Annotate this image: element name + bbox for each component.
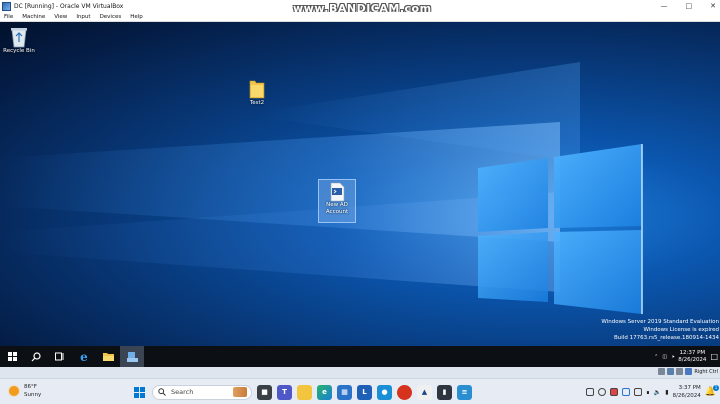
- windows-start-icon: [134, 386, 145, 398]
- recycle-bin-label: Recycle Bin: [3, 48, 35, 54]
- menu-devices[interactable]: Devices: [100, 14, 122, 20]
- new-ad-account-script[interactable]: New AD Account: [318, 179, 356, 223]
- search-highlight-icon: [233, 387, 247, 397]
- host-date: 8/26/2024: [672, 393, 701, 399]
- record-icon[interactable]: [397, 384, 412, 400]
- outlook-icon[interactable]: L: [357, 384, 372, 400]
- network-status-icon: [667, 368, 675, 375]
- tray-app-icon[interactable]: [585, 388, 594, 396]
- start-button[interactable]: [0, 346, 24, 367]
- watermark-license: Windows License is expired: [643, 327, 719, 333]
- edge-icon[interactable]: e: [317, 384, 332, 400]
- folder-label: Test2: [249, 100, 265, 106]
- file-explorer-button[interactable]: [96, 346, 120, 367]
- internet-explorer-button[interactable]: e: [72, 346, 96, 367]
- host-system-tray: ∎ 🔈 ▮ 3:37 PM 8/26/2024 🔔 1: [585, 382, 719, 402]
- usb-status-icon: [676, 368, 684, 375]
- guest-system-tray: ⌃ ◫ 🕨 12:37 PM 8/26/2024 □: [654, 346, 718, 367]
- guest-taskbar: e ⌃ ◫ 🕨 12:37 PM 8/26/2024 □: [0, 346, 720, 367]
- script-label-line1: New AD: [326, 202, 348, 208]
- script-label-line2: Account: [325, 209, 349, 215]
- app-icon[interactable]: ●: [377, 384, 392, 400]
- virtualbox-icon: [2, 1, 11, 11]
- network-icon[interactable]: ◫: [662, 354, 667, 360]
- task-view-icon[interactable]: ■: [257, 384, 272, 400]
- menu-help[interactable]: Help: [130, 14, 143, 20]
- server-manager-button[interactable]: [120, 346, 144, 367]
- menu-machine[interactable]: Machine: [22, 14, 45, 20]
- guest-desktop[interactable]: Recycle Bin Test2 New AD Account Windows…: [0, 22, 720, 346]
- server-manager-icon: [126, 351, 138, 362]
- menu-input[interactable]: Input: [76, 14, 90, 20]
- file-explorer-icon[interactable]: [297, 384, 312, 400]
- folder-icon: [249, 80, 265, 99]
- guest-time: 12:37 PM: [679, 349, 706, 356]
- virtualbox-icon[interactable]: ▲: [417, 384, 432, 400]
- tray-sync-icon[interactable]: [597, 388, 606, 396]
- notepad-icon[interactable]: ≡: [457, 384, 472, 400]
- wifi-icon[interactable]: ∎: [646, 389, 650, 396]
- screen: DC [Running] - Oracle VM VirtualBox — □ …: [0, 0, 720, 404]
- task-view-icon: [55, 352, 64, 361]
- vbox-status-bar: Right Ctrl: [0, 367, 720, 378]
- host-key-label: Right Ctrl: [694, 368, 718, 375]
- guest-clock[interactable]: 12:37 PM 8/26/2024: [678, 350, 706, 364]
- volume-icon[interactable]: 🕨: [671, 354, 674, 360]
- vbox-menu-bar: File Machine View Input Devices Help: [0, 12, 720, 22]
- guest-date: 8/26/2024: [678, 356, 707, 363]
- weather-temp: 86°F: [24, 384, 37, 390]
- minimize-button[interactable]: —: [661, 2, 668, 10]
- task-view-button[interactable]: [48, 346, 72, 367]
- host-search-box[interactable]: Search: [152, 384, 252, 400]
- tray-cloud-icon[interactable]: [621, 388, 630, 396]
- tray-keyboard-icon[interactable]: [633, 388, 642, 396]
- windows-logo: [478, 144, 643, 314]
- teams-icon[interactable]: T: [277, 384, 292, 400]
- weather-desc: Sunny: [24, 392, 42, 398]
- internet-explorer-icon: e: [80, 349, 88, 364]
- search-icon: [158, 388, 166, 396]
- search-placeholder: Search: [171, 388, 194, 396]
- recycle-bin-shortcut[interactable]: Recycle Bin: [2, 26, 36, 55]
- battery-icon[interactable]: ▮: [665, 389, 668, 396]
- watermark-build: Build 17763.rs5_release.180914-1434: [614, 335, 719, 341]
- watermark-edition: Windows Server 2019 Standard Evaluation: [601, 319, 719, 325]
- maximize-button[interactable]: □: [686, 2, 693, 10]
- search-icon: [31, 351, 41, 361]
- windows-start-icon: [7, 352, 17, 361]
- hdd-status-icon: [658, 368, 666, 375]
- host-pinned-apps: Search ■ T e ▦ L ● ▲ ▮ ≡: [132, 382, 472, 402]
- host-time: 3:37 PM: [678, 385, 701, 391]
- folder-test2-shortcut[interactable]: Test2: [242, 78, 272, 107]
- tray-record-icon[interactable]: [609, 388, 618, 396]
- speaker-icon[interactable]: 🔈: [654, 389, 661, 396]
- action-center-icon[interactable]: □: [710, 352, 718, 361]
- guest-search-button[interactable]: [24, 346, 48, 367]
- notification-badge: 1: [713, 385, 719, 391]
- weather-widget[interactable]: 86°F Sunny: [9, 383, 41, 399]
- powershell-script-icon: [330, 182, 345, 202]
- recycle-bin-icon: [11, 28, 27, 48]
- store-icon[interactable]: ▦: [337, 384, 352, 400]
- terminal-icon[interactable]: ▮: [437, 384, 452, 400]
- keyboard-capture-icon: [685, 368, 693, 375]
- chevron-up-icon[interactable]: ⌃: [654, 354, 658, 360]
- file-explorer-icon: [102, 353, 114, 361]
- notification-bell-icon[interactable]: 🔔 1: [705, 385, 719, 397]
- window-title: DC [Running] - Oracle VM VirtualBox: [14, 2, 124, 10]
- menu-view[interactable]: View: [54, 14, 67, 20]
- sun-icon: [9, 386, 19, 396]
- menu-file[interactable]: File: [4, 14, 13, 20]
- windows-evaluation-watermark: Windows Server 2019 Standard Evaluation …: [601, 318, 719, 342]
- close-button[interactable]: ✕: [710, 2, 716, 10]
- host-taskbar: 86°F Sunny Search ■ T e ▦ L ● ▲ ▮ ≡ ∎ 🔈 …: [0, 378, 720, 404]
- host-start-button[interactable]: [132, 385, 147, 400]
- host-clock[interactable]: 3:37 PM 8/26/2024: [673, 384, 701, 400]
